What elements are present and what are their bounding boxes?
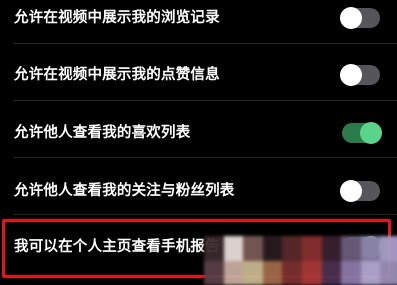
- divider: [14, 43, 397, 44]
- like-info-toggle[interactable]: [340, 64, 380, 86]
- setting-label: 允许他人查看我的喜欢列表: [14, 125, 191, 141]
- toggle-knob: [340, 64, 362, 86]
- setting-row-follow-fans-list: 允许他人查看我的关注与粉丝列表: [0, 166, 397, 216]
- follow-fans-list-toggle[interactable]: [340, 180, 380, 202]
- divider: [14, 214, 397, 215]
- divider: [14, 100, 397, 101]
- setting-label: 我可以在个人主页查看手机报告: [14, 239, 220, 255]
- setting-row-liked-list: 允许他人查看我的喜欢列表: [0, 108, 397, 158]
- setting-label: 允许在视频中展示我的浏览记录: [14, 10, 220, 26]
- setting-label: 允许在视频中展示我的点赞信息: [14, 67, 220, 83]
- setting-row-browse-history: 允许在视频中展示我的浏览记录: [0, 0, 397, 43]
- liked-list-toggle[interactable]: [342, 122, 382, 144]
- toggle-knob: [360, 122, 382, 144]
- mosaic-watermark: [204, 236, 397, 285]
- setting-row-like-info: 允许在视频中展示我的点赞信息: [0, 50, 397, 100]
- toggle-knob: [340, 7, 362, 29]
- browse-history-toggle[interactable]: [340, 7, 380, 29]
- setting-label: 允许他人查看我的关注与粉丝列表: [14, 183, 235, 199]
- privacy-settings-list: 允许在视频中展示我的浏览记录 允许在视频中展示我的点赞信息 允许他人查看我的喜欢…: [0, 0, 397, 285]
- toggle-knob: [340, 180, 362, 202]
- divider: [14, 157, 397, 158]
